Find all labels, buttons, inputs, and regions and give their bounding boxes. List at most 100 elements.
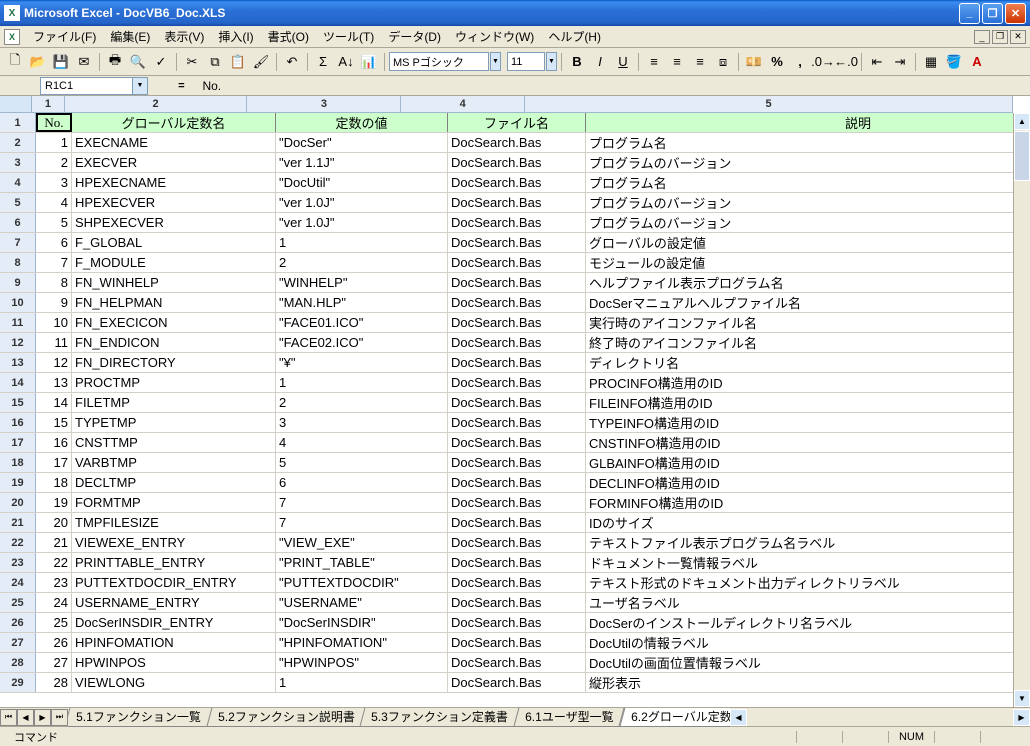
cell-value[interactable]: "USERNAME"	[276, 593, 448, 612]
sheet-tab[interactable]: 6.1ユーザ型一覧	[513, 708, 625, 727]
cell-file[interactable]: DocSearch.Bas	[448, 413, 586, 432]
borders-icon[interactable]: ▦	[920, 51, 942, 73]
cell-desc[interactable]: プログラム名	[586, 173, 1013, 192]
chart-icon[interactable]: 📊	[358, 51, 380, 73]
menu-format[interactable]: 書式(O)	[261, 26, 316, 47]
cell-name[interactable]: VARBTMP	[72, 453, 276, 472]
menu-insert[interactable]: 挿入(I)	[211, 26, 260, 47]
font-color-icon[interactable]: A	[966, 51, 988, 73]
sheet-tab[interactable]: 5.2ファンクション説明書	[206, 708, 366, 727]
row-header[interactable]: 4	[0, 173, 36, 192]
cell-desc[interactable]: FILEINFO構造用のID	[586, 393, 1013, 412]
cell-desc[interactable]: ユーザ名ラベル	[586, 593, 1013, 612]
cell-no[interactable]: 12	[36, 353, 72, 372]
cell-desc[interactable]: TYPEINFO構造用のID	[586, 413, 1013, 432]
spellcheck-icon[interactable]: ✓	[150, 51, 172, 73]
row-header[interactable]: 26	[0, 613, 36, 632]
print-icon[interactable]: 🖶	[104, 51, 126, 73]
row-header[interactable]: 19	[0, 473, 36, 492]
menu-file[interactable]: ファイル(F)	[26, 26, 103, 47]
cell-file[interactable]: DocSearch.Bas	[448, 433, 586, 452]
copy-icon[interactable]: ⧉	[204, 51, 226, 73]
align-left-icon[interactable]: ≡	[643, 51, 665, 73]
col-header-4[interactable]: 4	[401, 96, 525, 112]
cell-value[interactable]: 1	[276, 673, 448, 692]
cell-value[interactable]: "ver 1.0J"	[276, 193, 448, 212]
col-header-2[interactable]: 2	[65, 96, 248, 112]
cell-name[interactable]: FN_HELPMAN	[72, 293, 276, 312]
cell-desc[interactable]: DocUtilの情報ラベル	[586, 633, 1013, 652]
tab-nav-next-icon[interactable]: ▶	[34, 709, 51, 726]
increase-decimal-icon[interactable]: .0→	[812, 51, 834, 73]
close-button[interactable]: ✕	[1005, 3, 1026, 24]
decrease-decimal-icon[interactable]: ←.0	[835, 51, 857, 73]
cell-value[interactable]: 5	[276, 453, 448, 472]
row-header[interactable]: 14	[0, 373, 36, 392]
row-header[interactable]: 17	[0, 433, 36, 452]
font-select[interactable]	[389, 52, 489, 71]
cell-no[interactable]: 26	[36, 633, 72, 652]
row-header[interactable]: 29	[0, 673, 36, 692]
cell-desc[interactable]: プログラムのバージョン	[586, 213, 1013, 232]
cell-name[interactable]: EXECVER	[72, 153, 276, 172]
percent-icon[interactable]: %	[766, 51, 788, 73]
cell-value[interactable]: "PRINT_TABLE"	[276, 553, 448, 572]
cell-desc[interactable]: テキスト形式のドキュメント出力ディレクトリラベル	[586, 573, 1013, 592]
cell-no[interactable]: 5	[36, 213, 72, 232]
cell-value[interactable]: "VIEW_EXE"	[276, 533, 448, 552]
scroll-left-icon[interactable]: ◀	[730, 709, 747, 726]
minimize-button[interactable]: _	[959, 3, 980, 24]
menu-view[interactable]: 表示(V)	[157, 26, 211, 47]
cell-no[interactable]: 24	[36, 593, 72, 612]
cell-no[interactable]: 22	[36, 553, 72, 572]
scroll-thumb[interactable]	[1014, 131, 1030, 181]
row-header[interactable]: 15	[0, 393, 36, 412]
cell-file[interactable]: DocSearch.Bas	[448, 513, 586, 532]
col-header-3[interactable]: 3	[247, 96, 401, 112]
tab-nav-last-icon[interactable]: ⏭	[51, 709, 68, 726]
cell-name[interactable]: F_GLOBAL	[72, 233, 276, 252]
cell-value[interactable]: "WINHELP"	[276, 273, 448, 292]
name-box-dropdown-icon[interactable]: ▼	[133, 77, 148, 95]
cell-no[interactable]: 27	[36, 653, 72, 672]
row-header[interactable]: 16	[0, 413, 36, 432]
row-header[interactable]: 6	[0, 213, 36, 232]
cell-no[interactable]: 8	[36, 273, 72, 292]
save-icon[interactable]: 💾	[50, 51, 72, 73]
cell-desc[interactable]: モジュールの設定値	[586, 253, 1013, 272]
cell-value[interactable]: "FACE02.ICO"	[276, 333, 448, 352]
cell-no[interactable]: 21	[36, 533, 72, 552]
menu-help[interactable]: ヘルプ(H)	[541, 26, 608, 47]
new-icon[interactable]: 🗋	[4, 51, 26, 73]
tab-nav-first-icon[interactable]: ⏮	[0, 709, 17, 726]
sheet-tab-active[interactable]: 6.2グローバル定数一覧	[619, 708, 730, 727]
header-cell-value[interactable]: 定数の値	[276, 113, 448, 132]
cell-value[interactable]: 4	[276, 433, 448, 452]
cell-no[interactable]: 20	[36, 513, 72, 532]
row-header[interactable]: 11	[0, 313, 36, 332]
cell-name[interactable]: VIEWLONG	[72, 673, 276, 692]
underline-icon[interactable]: U	[612, 51, 634, 73]
cell-file[interactable]: DocSearch.Bas	[448, 133, 586, 152]
menu-data[interactable]: データ(D)	[381, 26, 448, 47]
cell-value[interactable]: 7	[276, 513, 448, 532]
cell-file[interactable]: DocSearch.Bas	[448, 453, 586, 472]
fill-color-icon[interactable]: 🪣	[943, 51, 965, 73]
cell-name[interactable]: FN_WINHELP	[72, 273, 276, 292]
cell-file[interactable]: DocSearch.Bas	[448, 593, 586, 612]
cell-no[interactable]: 2	[36, 153, 72, 172]
cell-name[interactable]: USERNAME_ENTRY	[72, 593, 276, 612]
cell-file[interactable]: DocSearch.Bas	[448, 633, 586, 652]
cell-name[interactable]: FN_ENDICON	[72, 333, 276, 352]
cell-file[interactable]: DocSearch.Bas	[448, 393, 586, 412]
cell-desc[interactable]: DECLINFO構造用のID	[586, 473, 1013, 492]
row-header[interactable]: 27	[0, 633, 36, 652]
cell-desc[interactable]: PROCINFO構造用のID	[586, 373, 1013, 392]
cell-value[interactable]: "DocSerINSDIR"	[276, 613, 448, 632]
cell-name[interactable]: SHPEXECVER	[72, 213, 276, 232]
cell-file[interactable]: DocSearch.Bas	[448, 233, 586, 252]
row-header[interactable]: 25	[0, 593, 36, 612]
vertical-scrollbar[interactable]: ▲ ▼	[1013, 113, 1030, 707]
cell-no[interactable]: 9	[36, 293, 72, 312]
cell-value[interactable]: 7	[276, 493, 448, 512]
